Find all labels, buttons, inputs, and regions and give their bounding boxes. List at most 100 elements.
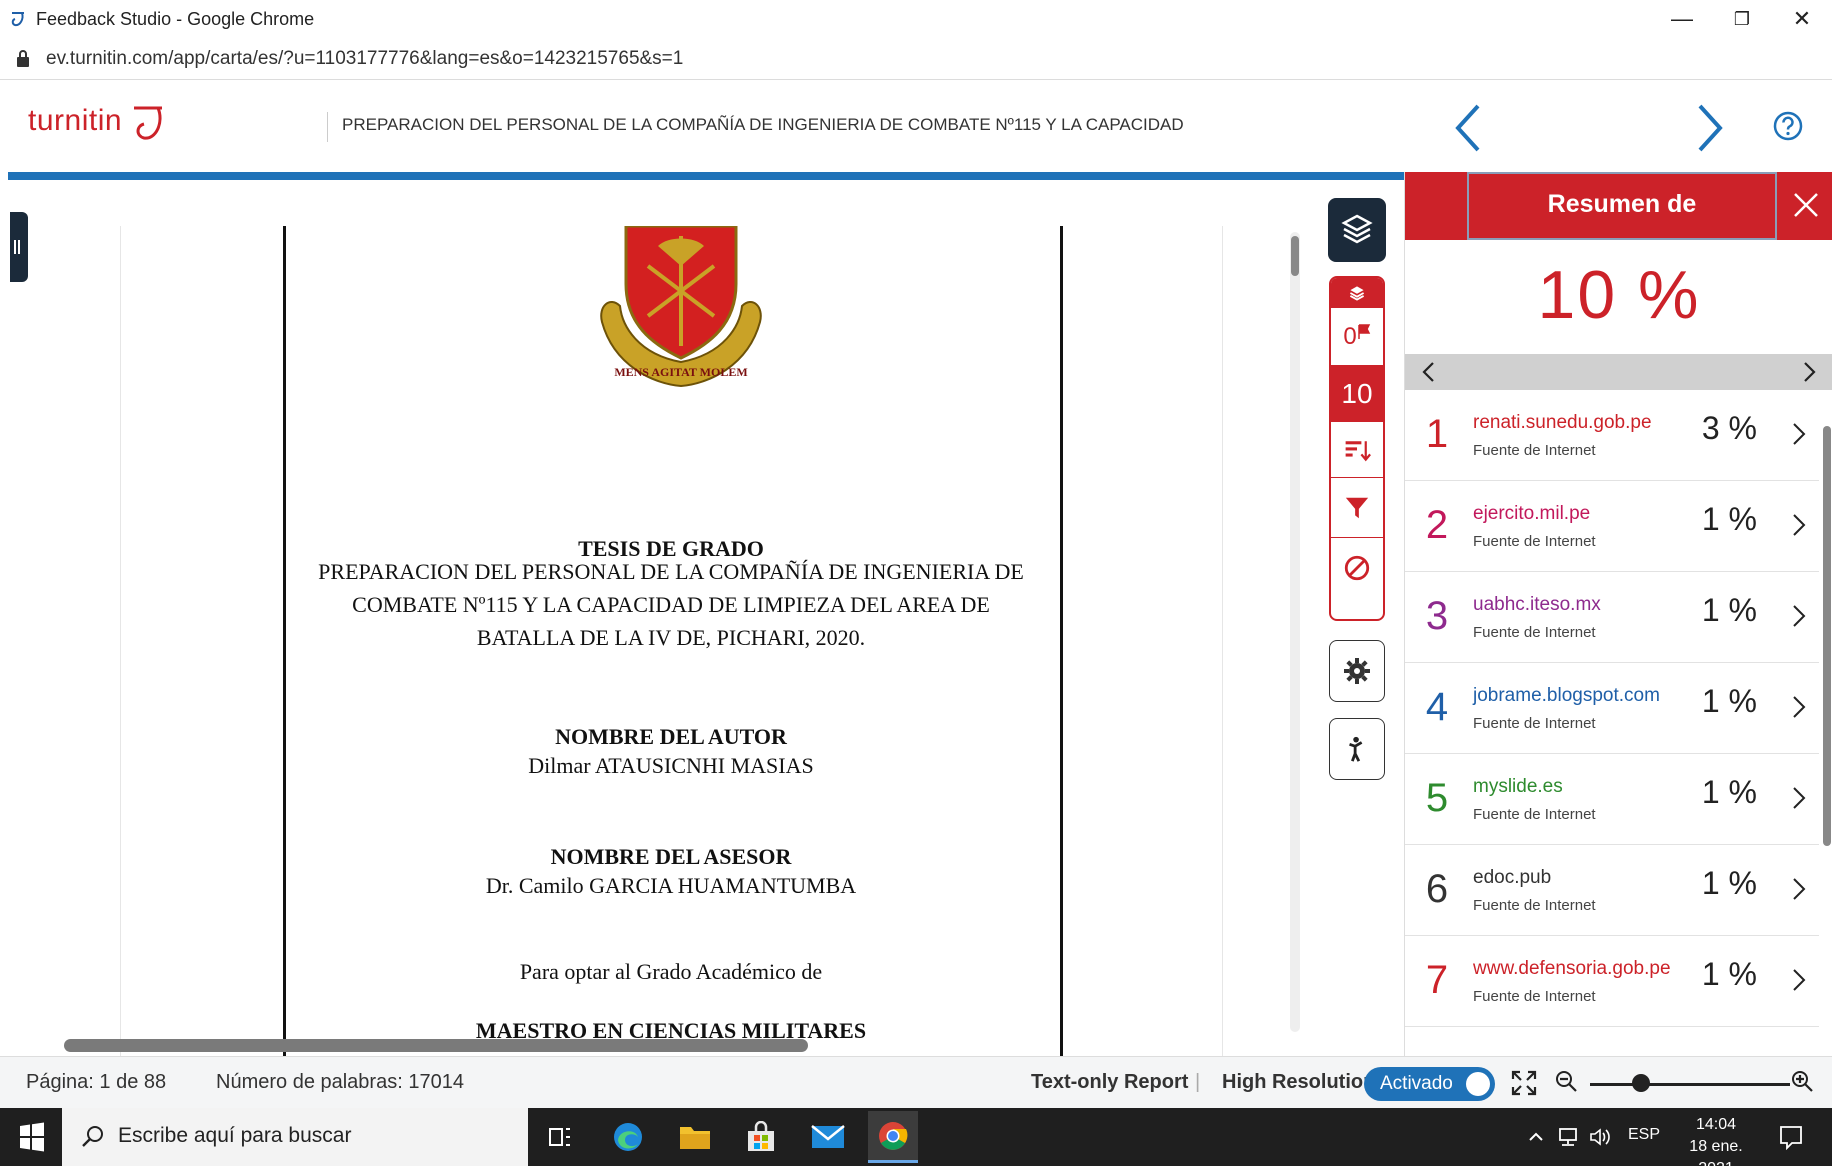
page-guide-right xyxy=(1222,226,1223,1056)
document-horizontal-scrollbar[interactable] xyxy=(64,1039,808,1052)
match-count: 10 xyxy=(1341,378,1373,409)
doc-author-label: NOMBRE DEL AUTOR xyxy=(555,724,787,749)
source-row[interactable]: 3 uabhc.iteso.mx Fuente de Internet 1 % xyxy=(1405,572,1819,663)
source-percent: 1 % xyxy=(1701,956,1757,992)
previous-paper-icon[interactable] xyxy=(1448,102,1488,154)
zoom-out-icon[interactable] xyxy=(1554,1069,1578,1093)
mail-icon xyxy=(811,1125,845,1148)
accessibility-button[interactable] xyxy=(1329,718,1385,780)
lock-icon xyxy=(17,50,29,67)
header-progress-bar xyxy=(8,172,1404,180)
source-row[interactable]: 7 www.defensoria.gob.pe Fuente de Internet… xyxy=(1405,936,1819,1027)
source-name[interactable]: jobrame.blogspot.com xyxy=(1473,685,1660,707)
chevron-right-icon[interactable] xyxy=(1791,875,1807,903)
source-name[interactable]: uabhc.iteso.mx xyxy=(1473,594,1601,616)
close-panel-icon[interactable] xyxy=(1789,188,1823,222)
turnitin-logo[interactable]: turnitin xyxy=(28,104,122,138)
close-window-button[interactable]: ✕ xyxy=(1772,0,1832,38)
doc-title-line-1: PREPARACION DEL PERSONAL DE LA COMPAÑÍA … xyxy=(318,559,1024,584)
file-explorer-app[interactable] xyxy=(670,1114,720,1160)
source-row[interactable]: 1 renati.sunedu.gob.pe Fuente de Internet 3… xyxy=(1405,390,1819,481)
help-icon[interactable] xyxy=(1772,110,1804,142)
next-paper-icon[interactable] xyxy=(1690,102,1730,154)
sort-sources-icon xyxy=(1345,440,1371,461)
fullscreen-icon[interactable] xyxy=(1510,1069,1538,1097)
source-row[interactable]: 2 ejercito.mil.pe Fuente de Internet 1 % xyxy=(1405,481,1819,572)
high-resolution-label: High Resolution xyxy=(1222,1071,1376,1093)
show-hidden-icons-icon[interactable] xyxy=(1527,1128,1545,1146)
text-only-report-link[interactable]: Text-only Report xyxy=(1031,1071,1188,1094)
match-overview-button[interactable]: 10 xyxy=(1331,366,1383,422)
url-text[interactable]: ev.turnitin.com/app/carta/es/?u=11031777… xyxy=(46,48,683,70)
source-percent: 3 % xyxy=(1701,410,1757,446)
edge-icon xyxy=(614,1123,642,1151)
task-view-button[interactable] xyxy=(535,1114,585,1160)
source-percent: 1 % xyxy=(1701,774,1757,810)
source-type: Fuente de Internet xyxy=(1473,897,1596,914)
chevron-right-icon[interactable] xyxy=(1791,784,1807,812)
zoom-slider[interactable] xyxy=(1590,1083,1790,1086)
source-name[interactable]: myslide.es xyxy=(1473,776,1563,798)
chevron-right-icon[interactable] xyxy=(1791,966,1807,994)
next-match-icon[interactable] xyxy=(1795,358,1823,386)
header-divider xyxy=(327,112,328,142)
network-icon[interactable] xyxy=(1556,1126,1580,1148)
zoom-in-icon[interactable] xyxy=(1790,1069,1814,1093)
source-row[interactable]: 6 edoc.pub Fuente de Internet 1 % xyxy=(1405,845,1819,936)
system-clock[interactable]: 14:04 18 ene. 2021 xyxy=(1670,1114,1762,1166)
filters-button[interactable] xyxy=(1331,478,1383,538)
page-guide-left xyxy=(120,226,121,1056)
source-row[interactable]: 5 myslide.es Fuente de Internet 1 % xyxy=(1405,754,1819,845)
mail-app[interactable] xyxy=(803,1114,853,1160)
source-percent: 1 % xyxy=(1701,683,1757,719)
source-name[interactable]: ejercito.mil.pe xyxy=(1473,503,1590,525)
flags-count: 0 xyxy=(1343,322,1357,350)
similarity-tools-stack: 0 10 xyxy=(1329,276,1385,621)
previous-match-icon[interactable] xyxy=(1415,358,1443,386)
settings-button[interactable] xyxy=(1329,640,1385,702)
source-list: 1 renati.sunedu.gob.pe Fuente de Internet 3… xyxy=(1405,390,1819,1056)
source-rank: 7 xyxy=(1425,958,1449,1002)
all-sources-button[interactable] xyxy=(1331,422,1383,478)
block-icon xyxy=(1344,555,1370,581)
windows-start-icon[interactable] xyxy=(0,1108,62,1166)
source-percent: 1 % xyxy=(1701,592,1757,628)
document-vertical-scrollbar[interactable] xyxy=(1290,232,1300,1032)
source-name[interactable]: edoc.pub xyxy=(1473,867,1551,889)
high-resolution-toggle[interactable]: Activado xyxy=(1364,1067,1495,1101)
source-name[interactable]: www.defensoria.gob.pe xyxy=(1473,958,1671,980)
flags-button[interactable]: 0 xyxy=(1331,308,1383,366)
toggle-label: Activado xyxy=(1380,1073,1453,1094)
notifications-icon[interactable] xyxy=(1778,1124,1804,1150)
taskbar-search-box[interactable]: Escribe aquí para buscar xyxy=(62,1108,528,1166)
zoom-slider-knob[interactable] xyxy=(1632,1074,1650,1092)
clock-date: 18 ene. 2021 xyxy=(1689,1138,1743,1166)
side-panel-handle[interactable] xyxy=(10,212,28,282)
source-rank: 2 xyxy=(1425,503,1449,547)
doc-degree-intro: Para optar al Grado Académico de xyxy=(519,959,823,984)
similarity-layer-tab[interactable] xyxy=(1331,278,1383,308)
chrome-app[interactable] xyxy=(868,1111,918,1163)
store-app[interactable] xyxy=(736,1114,786,1160)
panel-header: Resumen de coincidencias xyxy=(1405,172,1832,278)
restore-button[interactable]: ❐ xyxy=(1712,0,1772,38)
input-language[interactable]: ESP xyxy=(1628,1126,1660,1144)
volume-icon[interactable] xyxy=(1588,1126,1612,1148)
layers-button[interactable] xyxy=(1328,198,1386,262)
edge-app[interactable] xyxy=(603,1114,653,1160)
chevron-right-icon[interactable] xyxy=(1791,420,1807,448)
source-row[interactable]: 4 jobrame.blogspot.com Fuente de Internet 1… xyxy=(1405,663,1819,754)
turnitin-favicon-icon xyxy=(11,12,24,27)
address-bar[interactable]: ev.turnitin.com/app/carta/es/?u=11031777… xyxy=(0,38,1832,80)
source-name[interactable]: renati.sunedu.gob.pe xyxy=(1473,412,1652,434)
excluded-sources-button[interactable] xyxy=(1331,538,1383,598)
word-count: Número de palabras: 17014 xyxy=(216,1071,464,1093)
chevron-right-icon[interactable] xyxy=(1791,602,1807,630)
panel-scrollbar[interactable] xyxy=(1823,426,1831,846)
accessibility-icon xyxy=(1349,736,1363,762)
chevron-right-icon[interactable] xyxy=(1791,693,1807,721)
document-title: PREPARACION DEL PERSONAL DE LA COMPAÑÍA … xyxy=(342,115,1184,134)
chevron-right-icon[interactable] xyxy=(1791,511,1807,539)
minimize-button[interactable]: — xyxy=(1652,0,1712,38)
search-icon xyxy=(82,1126,103,1147)
